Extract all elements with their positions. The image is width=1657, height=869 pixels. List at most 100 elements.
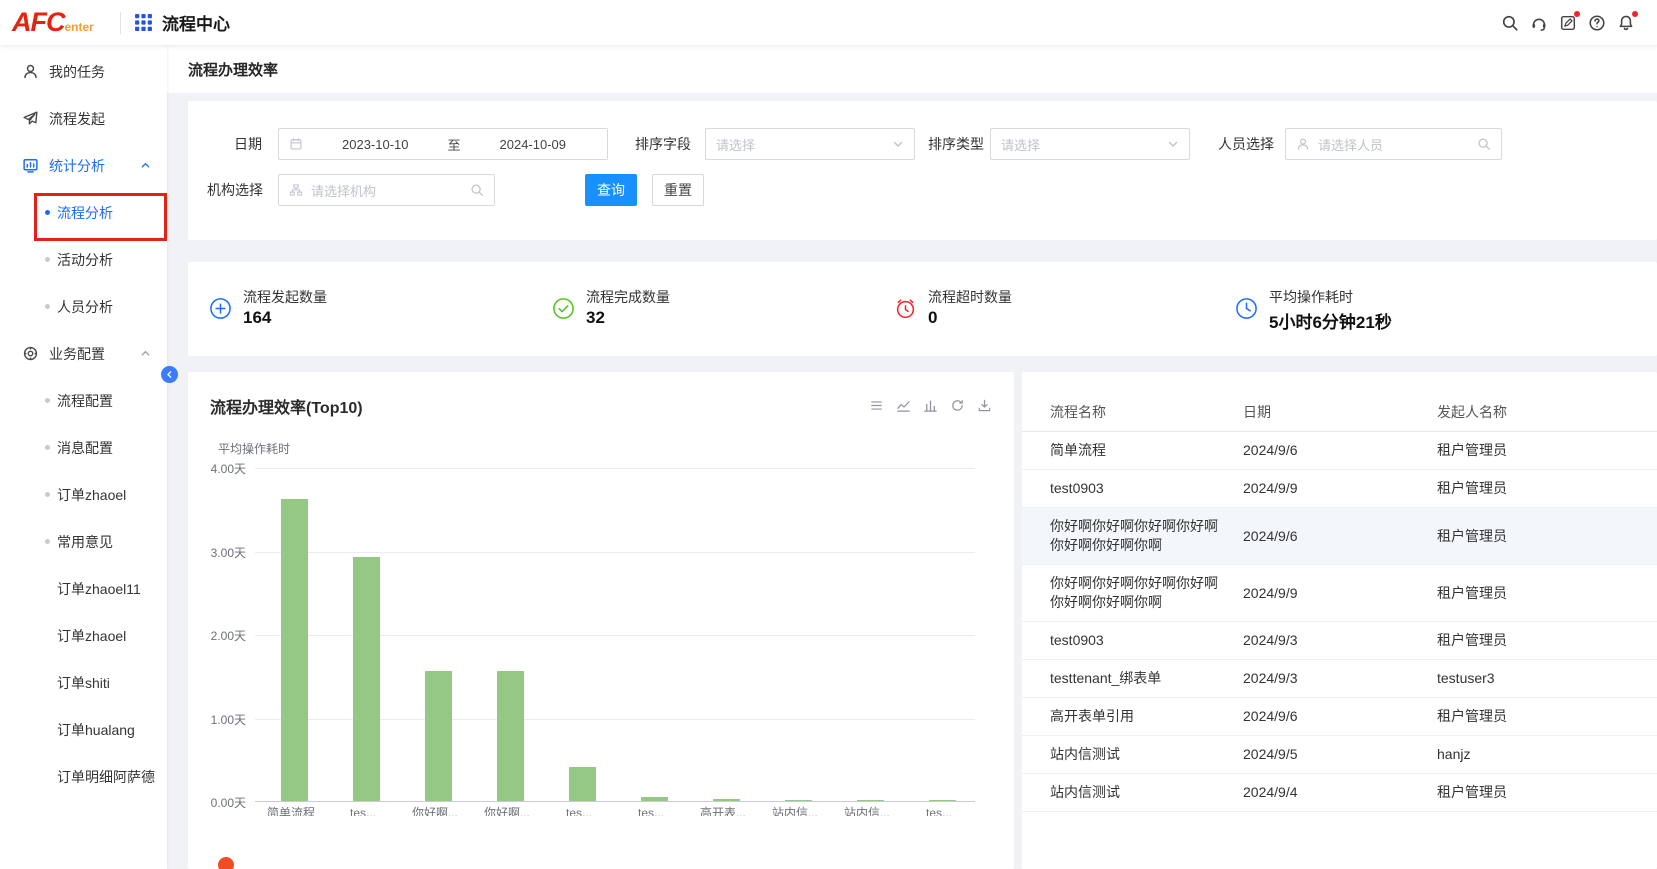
chevron-up-icon (140, 348, 151, 359)
send-icon (22, 110, 39, 127)
page-header: 流程办理效率 (167, 45, 1657, 93)
bullet-dot (45, 445, 50, 450)
sidebar-item-order-zhaoel-2[interactable]: 订单zhaoel (0, 612, 167, 659)
bar-6[interactable] (713, 799, 740, 801)
app-title: 流程中心 (162, 10, 230, 35)
search-icon (470, 183, 484, 197)
sidebar-collapse-toggle[interactable] (161, 366, 178, 383)
stat-value: 5小时6分钟21秒 (1269, 308, 1392, 333)
table-row[interactable]: 站内信测试2024/9/4租户管理员 (1022, 774, 1657, 812)
date-cell: 2024/9/9 (1243, 479, 1437, 498)
gridline (255, 468, 975, 469)
notification-bell-icon[interactable] (1617, 14, 1635, 32)
query-button[interactable]: 查询 (585, 174, 637, 206)
sidebar-item-process-initiate[interactable]: 流程发起 (0, 95, 167, 142)
sidebar-item-process-analysis[interactable]: 流程分析 (0, 189, 167, 236)
table-row[interactable]: 简单流程2024/9/6租户管理员 (1022, 432, 1657, 470)
table-row[interactable]: test09032024/9/9租户管理员 (1022, 470, 1657, 508)
y-axis-tick-label: 2.00天 (196, 627, 246, 644)
bar-7[interactable] (785, 800, 812, 801)
stat-block-3: 平均操作耗时5小时6分钟21秒 (1235, 262, 1545, 356)
table-row[interactable]: test09032024/9/3租户管理员 (1022, 622, 1657, 660)
sort-type-select[interactable]: 请选择 (990, 128, 1190, 160)
sidebar-item-activity-analysis[interactable]: 活动分析 (0, 236, 167, 283)
sidebar-item-order-zhaoel11[interactable]: 订单zhaoel11 (0, 565, 167, 612)
sidebar-item-label: 订单zhaoel (57, 485, 126, 505)
x-axis-label: 你好啊... (399, 806, 471, 816)
search-icon[interactable] (1501, 14, 1519, 32)
download-icon[interactable] (977, 398, 992, 413)
sidebar-item-statistics-analysis[interactable]: 统计分析 (0, 142, 167, 189)
sidebar-item-label: 业务配置 (49, 344, 105, 364)
bar-5[interactable] (641, 797, 668, 801)
sidebar-item-common-opinions[interactable]: 常用意见 (0, 518, 167, 565)
apps-grid-icon[interactable] (134, 13, 153, 32)
sort-field-label: 排序字段 (635, 128, 691, 160)
process-name-cell: 高开表单引用 (1022, 707, 1243, 726)
help-icon[interactable] (1588, 14, 1606, 32)
service-headset-icon[interactable] (1530, 14, 1548, 32)
bar-chart-switch-icon[interactable] (923, 398, 938, 413)
chart-plot-area (255, 468, 975, 802)
bar-0[interactable] (281, 499, 308, 801)
sidebar-item-order-hualang[interactable]: 订单hualang (0, 706, 167, 753)
initiator-cell: 租户管理员 (1437, 707, 1657, 726)
chart-title: 流程办理效率(Top10) (210, 394, 363, 418)
initiator-cell: 租户管理员 (1437, 527, 1657, 546)
org-icon (289, 183, 303, 197)
date-range-input[interactable]: 2023-10-10 至 2024-10-09 (278, 128, 608, 160)
chart-icon (22, 157, 39, 174)
afcenter-logo[interactable]: AFC enter (0, 7, 110, 38)
compose-note-icon[interactable] (1559, 14, 1577, 32)
stat-label: 平均操作耗时 (1269, 287, 1353, 307)
person-select-input[interactable]: 请选择人员 (1285, 128, 1502, 160)
sidebar-item-order-zhaoel[interactable]: 订单zhaoel (0, 471, 167, 518)
bar-8[interactable] (857, 800, 884, 801)
sidebar-item-process-config[interactable]: 流程配置 (0, 377, 167, 424)
bar-3[interactable] (497, 671, 524, 801)
sidebar-item-label: 流程分析 (57, 203, 113, 223)
calendar-icon (289, 137, 303, 151)
plus-circle-icon (209, 297, 232, 320)
sidebar-item-message-config[interactable]: 消息配置 (0, 424, 167, 471)
bar-4[interactable] (569, 767, 596, 801)
sidebar-item-label: 流程发起 (49, 109, 105, 129)
table-row[interactable]: testtenant_绑表单2024/9/3testuser3 (1022, 660, 1657, 698)
bar-9[interactable] (929, 800, 956, 801)
sort-field-select[interactable]: 请选择 (705, 128, 915, 160)
y-axis-tick-label: 4.00天 (196, 460, 246, 477)
y-axis-name: 平均操作耗时 (218, 440, 290, 457)
x-axis-label: tes... (543, 806, 615, 816)
table-row[interactable]: 高开表单引用2024/9/6租户管理员 (1022, 698, 1657, 736)
sidebar-item-my-tasks[interactable]: 我的任务 (0, 48, 167, 95)
sidebar-item-personnel-analysis[interactable]: 人员分析 (0, 283, 167, 330)
x-axis-label: 你好啊... (471, 806, 543, 816)
sidebar-item-order-detail-asade[interactable]: 订单明细阿萨德 (0, 753, 167, 800)
table-body: 简单流程2024/9/6租户管理员test09032024/9/9租户管理员你好… (1022, 432, 1657, 812)
sidebar-menu: 我的任务流程发起统计分析流程分析活动分析人员分析业务配置流程配置消息配置订单zh… (0, 45, 167, 800)
table-header-row: 流程名称日期发起人名称 (1022, 394, 1657, 432)
sidebar-item-business-config[interactable]: 业务配置 (0, 330, 167, 377)
line-chart-switch-icon[interactable] (896, 398, 911, 413)
table-row[interactable]: 你好啊你好啊你好啊你好啊你好啊你好啊你啊2024/9/6租户管理员 (1022, 508, 1657, 565)
chart-card: 流程办理效率(Top10) 平均操作耗时 简单流程tes...你好啊...你好啊… (188, 372, 1014, 869)
data-view-icon[interactable] (869, 398, 884, 413)
search-icon (1477, 137, 1491, 151)
org-select-input[interactable]: 请选择机构 (278, 174, 495, 206)
chevron-up-icon (140, 160, 151, 171)
stat-label: 流程完成数量 (586, 287, 670, 307)
sidebar-item-label: 订单shiti (57, 673, 110, 693)
stat-label: 流程发起数量 (243, 287, 327, 307)
bar-1[interactable] (353, 557, 380, 801)
refresh-icon[interactable] (950, 398, 965, 413)
x-axis-labels: 简单流程tes...你好啊...你好啊...tes...tes...高开表...… (255, 806, 975, 816)
reset-button[interactable]: 重置 (652, 174, 704, 206)
sort-field-placeholder: 请选择 (716, 135, 755, 154)
date-cell: 2024/9/6 (1243, 707, 1437, 726)
bar-2[interactable] (425, 671, 452, 801)
column-header: 日期 (1243, 403, 1437, 422)
sidebar-item-order-shiti[interactable]: 订单shiti (0, 659, 167, 706)
date-cell: 2024/9/3 (1243, 631, 1437, 650)
table-row[interactable]: 站内信测试2024/9/5hanjz (1022, 736, 1657, 774)
table-row[interactable]: 你好啊你好啊你好啊你好啊你好啊你好啊你啊2024/9/9租户管理员 (1022, 565, 1657, 622)
